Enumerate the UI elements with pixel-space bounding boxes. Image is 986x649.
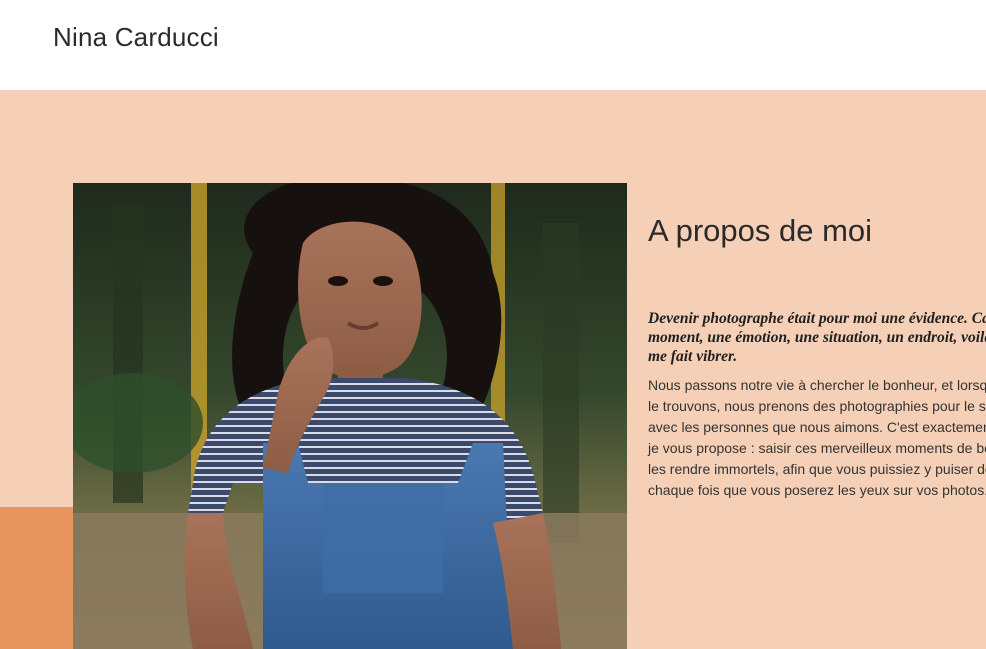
portrait-illustration [73,183,627,649]
about-section: A propos de moi Devenir photographe étai… [0,90,986,649]
portrait-photo [73,183,627,649]
about-body-text: Nous passons notre vie à chercher le bon… [648,377,986,498]
about-lead-text: Devenir photographe était pour moi une é… [648,310,986,365]
site-header: Nina Carducci [0,0,986,90]
site-title-link[interactable]: Nina Carducci [53,20,219,54]
about-title: A propos de moi [648,213,873,248]
